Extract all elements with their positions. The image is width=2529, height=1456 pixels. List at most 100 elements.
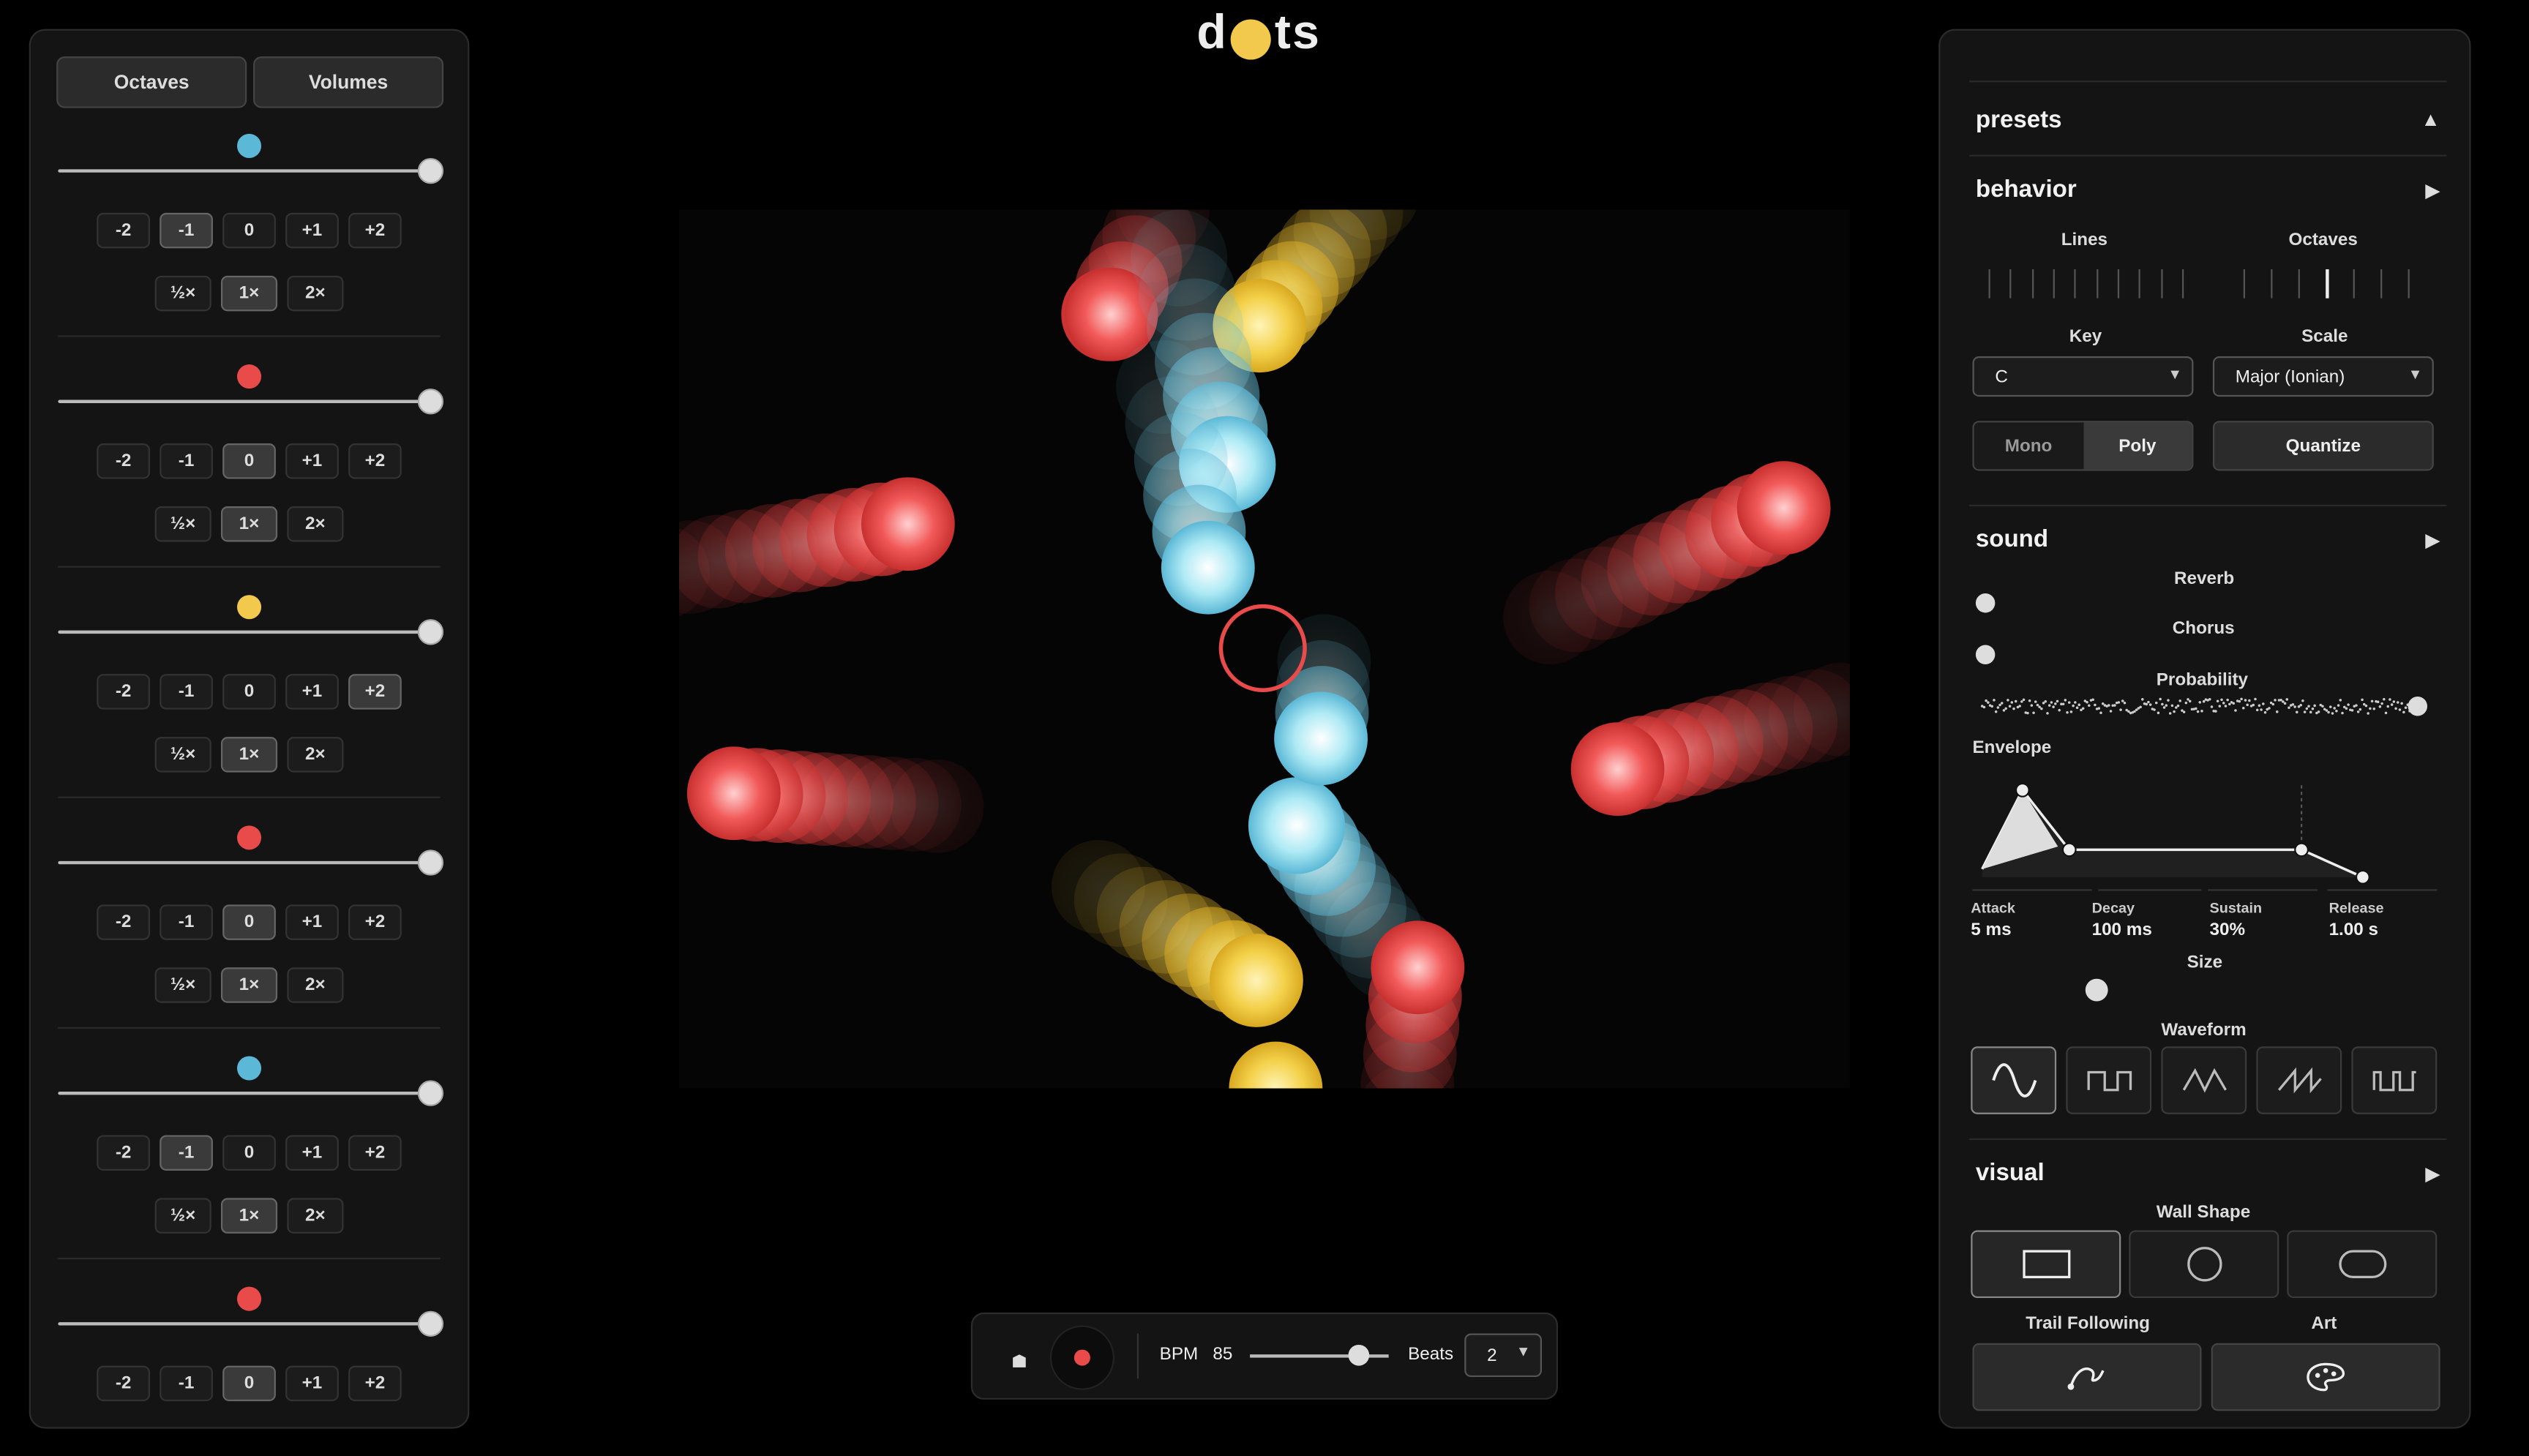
waveform-square-button[interactable] (2066, 1046, 2152, 1114)
speed-button[interactable]: ½× (154, 967, 211, 1003)
quantize-button[interactable]: Quantize (2212, 421, 2434, 471)
line-color-dot[interactable] (236, 133, 262, 158)
trail-following-button[interactable] (1972, 1343, 2202, 1411)
octave-button[interactable]: 0 (222, 1365, 276, 1402)
volume-slider[interactable] (58, 169, 430, 173)
tab-volumes[interactable]: Volumes (253, 56, 444, 108)
speed-button[interactable]: ½× (154, 737, 211, 773)
bpm-slider[interactable] (1250, 1344, 1389, 1366)
octave-button[interactable]: +2 (348, 212, 402, 249)
line-color-dot[interactable] (236, 595, 262, 620)
speed-button[interactable]: ½× (154, 1198, 211, 1234)
speed-button[interactable]: 1× (220, 275, 278, 312)
dots-canvas[interactable] (678, 209, 1850, 1089)
octave-button[interactable]: +1 (285, 212, 339, 249)
collapse-arrow-icon[interactable]: ▲ (2421, 108, 2440, 131)
bpm-slider-knob[interactable] (1348, 1344, 1370, 1366)
stop-icon[interactable] (1011, 1348, 1027, 1367)
behavior-header[interactable]: behavior (1976, 176, 2077, 203)
beats-select[interactable]: 2 ▼ (1464, 1333, 1543, 1378)
speed-button[interactable]: 2× (287, 737, 344, 773)
presets-header[interactable]: presets (1976, 106, 2062, 133)
probability-slider-knob[interactable] (2408, 697, 2428, 716)
octave-button[interactable]: 0 (222, 212, 276, 249)
expand-arrow-icon[interactable]: ▶ (2425, 179, 2440, 202)
sound-header[interactable]: sound (1976, 525, 2048, 552)
wall-shape-rounded-button[interactable] (2287, 1230, 2438, 1299)
octave-button[interactable]: +2 (348, 674, 402, 710)
octave-button[interactable]: -2 (97, 443, 150, 479)
octave-button[interactable]: +2 (348, 443, 402, 479)
octave-button[interactable]: 0 (222, 674, 276, 710)
octave-button[interactable]: 0 (222, 1135, 276, 1171)
octave-button[interactable]: -1 (160, 1135, 213, 1171)
probability-slider[interactable] (1979, 695, 2428, 718)
expand-arrow-icon[interactable]: ▶ (2425, 529, 2440, 552)
octave-button[interactable]: 0 (222, 904, 276, 940)
octave-button[interactable]: -2 (97, 1365, 150, 1402)
octave-button[interactable]: -2 (97, 904, 150, 940)
line-color-dot[interactable] (236, 825, 262, 850)
mono-button[interactable]: Mono (1974, 422, 2083, 470)
speed-button[interactable]: 2× (287, 506, 344, 542)
octave-button[interactable]: -1 (160, 443, 213, 479)
octave-button[interactable]: +1 (285, 1365, 339, 1402)
speed-button[interactable]: 1× (220, 1198, 278, 1234)
octave-button[interactable]: +1 (285, 674, 339, 710)
octave-button[interactable]: +1 (285, 904, 339, 940)
line-color-dot[interactable] (236, 1286, 262, 1311)
volume-slider[interactable] (58, 860, 430, 865)
waveform-triangle-button[interactable] (2161, 1046, 2247, 1114)
octave-button[interactable]: 0 (222, 443, 276, 479)
volume-slider[interactable] (58, 399, 430, 403)
speed-button[interactable]: 1× (220, 506, 278, 542)
wall-shape-circle-button[interactable] (2129, 1230, 2279, 1299)
speed-button[interactable]: 1× (220, 967, 278, 1003)
speed-button[interactable]: 2× (287, 1198, 344, 1234)
octave-button[interactable]: -1 (160, 904, 213, 940)
speed-button[interactable]: ½× (154, 506, 211, 542)
speed-button[interactable]: 1× (220, 737, 278, 773)
volume-slider-knob[interactable] (417, 1080, 444, 1106)
speed-button[interactable]: ½× (154, 275, 211, 312)
speed-button[interactable]: 2× (287, 275, 344, 312)
waveform-pulse-button[interactable] (2351, 1046, 2438, 1114)
waveform-sawtooth-button[interactable] (2256, 1046, 2342, 1114)
volume-slider-knob[interactable] (417, 157, 444, 184)
scale-select[interactable]: Major (Ionian) ▼ (2212, 356, 2434, 397)
reverb-slider-knob[interactable] (1975, 593, 1996, 613)
octave-button[interactable]: -2 (97, 674, 150, 710)
visual-header[interactable]: visual (1976, 1160, 2045, 1187)
art-button[interactable] (2211, 1343, 2440, 1411)
lines-slider[interactable] (1988, 269, 2186, 299)
octaves-slider[interactable] (2243, 269, 2411, 299)
wall-shape-rectangle-button[interactable] (1971, 1230, 2121, 1299)
octave-button[interactable]: -1 (160, 212, 213, 249)
volume-slider-knob[interactable] (417, 619, 444, 645)
size-slider-knob[interactable] (2084, 978, 2108, 1002)
octave-button[interactable]: +2 (348, 1135, 402, 1171)
octave-button[interactable]: -2 (97, 1135, 150, 1171)
line-color-dot[interactable] (236, 364, 262, 389)
volume-slider[interactable] (58, 1091, 430, 1095)
tab-octaves[interactable]: Octaves (56, 56, 247, 108)
envelope-graph[interactable] (1969, 769, 2440, 898)
volume-slider-knob[interactable] (417, 1310, 444, 1337)
waveform-sine-button[interactable] (1971, 1046, 2057, 1114)
key-select[interactable]: C ▼ (1972, 356, 2194, 397)
line-color-dot[interactable] (236, 1056, 262, 1081)
expand-arrow-icon[interactable]: ▶ (2425, 1163, 2440, 1185)
octave-button[interactable]: -2 (97, 212, 150, 249)
octave-button[interactable]: -1 (160, 1365, 213, 1402)
octave-button[interactable]: +2 (348, 904, 402, 940)
volume-slider-knob[interactable] (417, 849, 444, 876)
volume-slider[interactable] (58, 1322, 430, 1326)
octave-button[interactable]: +1 (285, 1135, 339, 1171)
octave-button[interactable]: -1 (160, 674, 213, 710)
volume-slider[interactable] (58, 630, 430, 634)
volume-slider-knob[interactable] (417, 389, 444, 415)
chorus-slider-knob[interactable] (1975, 645, 1996, 664)
poly-button[interactable]: Poly (2083, 422, 2192, 470)
speed-button[interactable]: 2× (287, 967, 344, 1003)
octave-button[interactable]: +1 (285, 443, 339, 479)
